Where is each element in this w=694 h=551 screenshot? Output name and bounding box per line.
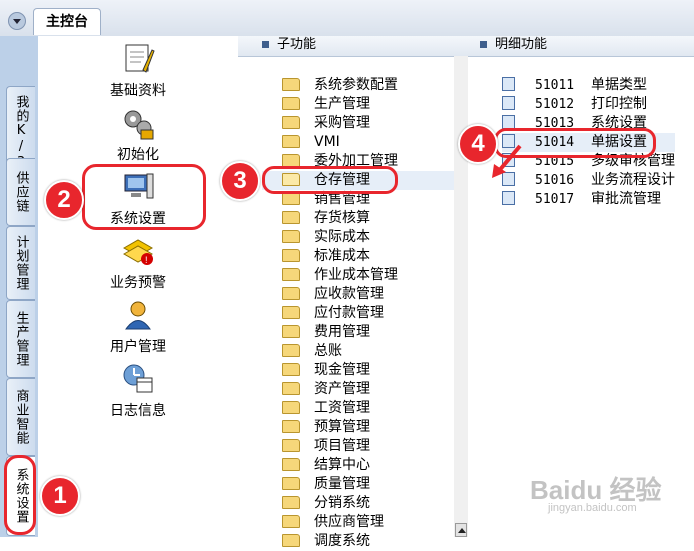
step-badge-3: 3 [220, 161, 260, 201]
icon-item-label: 日志信息 [110, 403, 166, 419]
list-item[interactable]: 项目管理 [282, 437, 482, 456]
watermark-url: jingyan.baidu.com [548, 502, 637, 514]
icon-item-log-info[interactable]: 日志信息 [38, 362, 238, 420]
list-item[interactable]: 应付款管理 [282, 304, 482, 323]
scroll-up-icon[interactable] [455, 523, 467, 537]
list-item[interactable]: 生产管理 [282, 95, 482, 114]
folder-icon [282, 476, 300, 490]
folder-icon [282, 267, 300, 281]
user-icon [121, 298, 155, 332]
top-tab-bar: 主控台 [0, 0, 694, 37]
base-data-icon [121, 42, 155, 76]
folder-icon [282, 153, 300, 167]
icon-item-user-management[interactable]: 用户管理 [38, 298, 238, 356]
folder-icon [282, 286, 300, 300]
annotation-arrow-icon [492, 144, 522, 178]
list-item[interactable]: 实际成本 [282, 228, 482, 247]
panel-title: 子功能 [277, 37, 317, 52]
list-item[interactable]: 总账 [282, 342, 482, 361]
list-item[interactable]: VMI [282, 133, 482, 152]
panel-title: 明细功能 [495, 37, 548, 52]
header-marker-icon [480, 41, 487, 48]
icon-item-label: 用户管理 [110, 339, 166, 355]
tab-main-console[interactable]: 主控台 [33, 8, 101, 35]
vtab-business-intelligence[interactable]: 商业智能 [6, 378, 35, 456]
panel-header: 子功能 [238, 36, 468, 57]
icon-item-label: 基础资料 [110, 83, 166, 99]
folder-icon [282, 457, 300, 471]
folder-icon [282, 96, 300, 110]
icon-item-label: 初始化 [117, 147, 159, 163]
init-gears-icon [121, 106, 155, 140]
icon-item-base-data[interactable]: 基础资料 [38, 42, 238, 100]
chevron-down-icon[interactable] [8, 12, 26, 30]
list-item[interactable]: 51011 单据类型 [502, 76, 675, 95]
folder-icon [282, 134, 300, 148]
folder-icon [282, 115, 300, 129]
vtab-planning[interactable]: 计划管理 [6, 226, 35, 300]
list-item[interactable]: 分销系统 [282, 494, 482, 513]
folder-icon [282, 324, 300, 338]
list-item[interactable]: 工资管理 [282, 399, 482, 418]
folder-icon [282, 210, 300, 224]
annotation-ring-2 [82, 164, 206, 230]
svg-text:!: ! [145, 255, 148, 265]
list-item[interactable]: 51017 审批流管理 [502, 190, 675, 209]
document-icon [502, 191, 515, 205]
folder-icon [282, 438, 300, 452]
list-item[interactable]: 结算中心 [282, 456, 482, 475]
folder-icon [282, 362, 300, 376]
list-item[interactable]: 作业成本管理 [282, 266, 482, 285]
list-item[interactable]: 采购管理 [282, 114, 482, 133]
list-item[interactable]: 51012 打印控制 [502, 95, 675, 114]
list-item[interactable]: 质量管理 [282, 475, 482, 494]
folder-icon [282, 381, 300, 395]
folder-icon [282, 77, 300, 91]
vtab-production[interactable]: 生产管理 [6, 300, 35, 378]
step-badge-2: 2 [44, 180, 84, 220]
detail-function-panel: 明细功能 51011 单据类型 51012 打印控制 51013 系统设置 51014… [468, 36, 694, 537]
list-item[interactable]: 存货核算 [282, 209, 482, 228]
list-item[interactable]: 费用管理 [282, 323, 482, 342]
sub-function-list: 系统参数配置 生产管理 采购管理 VMI 委外加工管理 仓存管理 销售管理 存货… [262, 76, 482, 551]
annotation-ring-3 [262, 166, 398, 194]
folder-icon [282, 495, 300, 509]
vtab-supply-chain[interactable]: 供应链 [6, 158, 35, 226]
step-badge-1: 1 [40, 476, 80, 516]
icon-item-business-warning[interactable]: ! 业务预警 [38, 234, 238, 292]
list-item[interactable]: 现金管理 [282, 361, 482, 380]
icon-item-label: 业务预警 [110, 275, 166, 291]
folder-icon [282, 419, 300, 433]
folder-icon [282, 514, 300, 528]
list-item[interactable]: 调度系统 [282, 532, 482, 551]
folder-icon [282, 343, 300, 357]
header-marker-icon [262, 41, 269, 48]
list-item[interactable]: 资产管理 [282, 380, 482, 399]
icon-item-init[interactable]: 初始化 [38, 106, 238, 164]
document-icon [502, 96, 515, 110]
folder-icon [282, 248, 300, 262]
list-item[interactable]: 供应商管理 [282, 513, 482, 532]
list-item[interactable]: 系统参数配置 [282, 76, 482, 95]
folder-icon [282, 400, 300, 414]
list-item[interactable]: 标准成本 [282, 247, 482, 266]
list-item[interactable]: 应收款管理 [282, 285, 482, 304]
document-icon [502, 115, 515, 129]
log-calendar-icon [121, 362, 155, 396]
sub-function-panel: 子功能 系统参数配置 生产管理 采购管理 VMI 委外加工管理 仓存管理 销售管… [238, 36, 482, 549]
folder-icon [282, 229, 300, 243]
folder-icon [282, 533, 300, 547]
panel-header: 明细功能 [468, 36, 694, 57]
folder-icon [282, 305, 300, 319]
function-icon-column: 基础资料 初始化 系统设置 ! 业务预警 用户管理 日志信息 [38, 36, 239, 537]
warning-icon: ! [121, 234, 155, 268]
list-item[interactable]: 预算管理 [282, 418, 482, 437]
document-icon [502, 77, 515, 91]
annotation-ring-1 [4, 455, 36, 535]
